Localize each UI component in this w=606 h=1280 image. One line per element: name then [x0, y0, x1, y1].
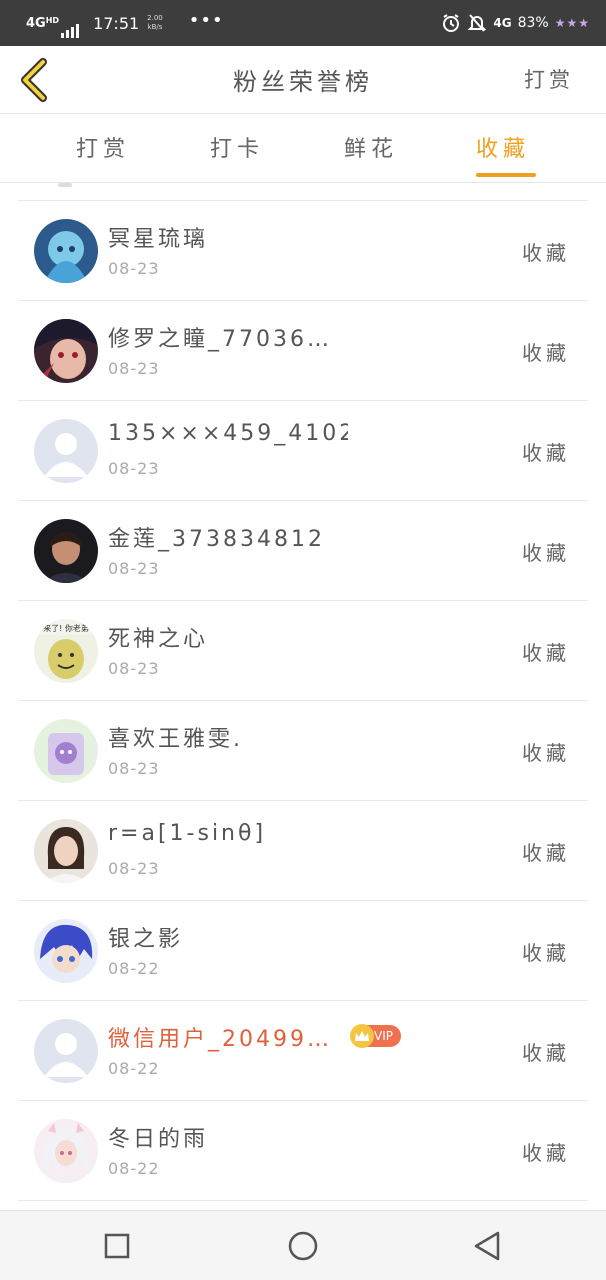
tab-checkin[interactable]: 打卡: [210, 131, 264, 177]
svg-text:来了! 你老弟: 来了! 你老弟: [43, 623, 89, 633]
list-item[interactable]: 微信用户_20499… VIP 08-22 收藏: [18, 1001, 588, 1101]
favorite-date: 08-23: [108, 859, 160, 878]
tab-flowers[interactable]: 鲜花: [344, 131, 398, 177]
mobile-data-indicator: 4G: [493, 16, 512, 30]
user-name: 冥星琉璃: [108, 227, 209, 252]
favorite-date: 08-23: [108, 459, 160, 478]
user-name: 喜欢王雅雯.: [108, 727, 243, 752]
back-triangle-icon: [474, 1231, 500, 1261]
user-name: 冬日的雨: [108, 1127, 209, 1152]
user-name: 银之影: [108, 927, 184, 952]
back-nav-button[interactable]: [470, 1229, 504, 1263]
row-action-label: 收藏: [522, 1141, 570, 1165]
list-item[interactable]: 来了! 你老弟 死神之心 08-23 收藏: [18, 601, 588, 701]
scroll-remnant: [58, 183, 72, 187]
list-item[interactable]: r=a[1-sinθ] 08-23 收藏: [18, 801, 588, 901]
tab-reward[interactable]: 打赏: [76, 131, 130, 177]
favorite-date: 08-22: [108, 959, 160, 978]
list-item[interactable]: 135×××459_4102… 08-23 收藏: [18, 401, 588, 501]
avatar: [34, 319, 98, 383]
decoration-stars-icon: ★★★: [554, 16, 590, 30]
tab-favorites[interactable]: 收藏: [476, 131, 530, 177]
avatar: [34, 419, 98, 483]
battery-level: 83%: [517, 15, 549, 31]
user-name: 135×××459_4102…: [108, 421, 348, 446]
user-name: 死神之心: [108, 627, 209, 652]
avatar: [34, 519, 98, 583]
avatar: [34, 219, 98, 283]
favorite-date: 08-22: [108, 1159, 160, 1178]
crown-icon: [350, 1024, 374, 1048]
active-tab-indicator: [476, 173, 536, 177]
row-action-label: 收藏: [522, 741, 570, 765]
favorite-date: 08-23: [108, 659, 160, 678]
list-item[interactable]: 冥星琉璃 08-23 收藏: [18, 201, 588, 301]
user-name: 微信用户_20499…: [108, 1027, 332, 1052]
chevron-left-icon: [21, 58, 47, 102]
favorite-date: 08-23: [108, 559, 160, 578]
user-name: 修罗之瞳_77036…: [108, 327, 332, 352]
reward-button[interactable]: 打赏: [524, 64, 574, 94]
network-indicator: 4GHD: [26, 15, 60, 31]
list-item[interactable]: 银之影 08-22 收藏: [18, 901, 588, 1001]
avatar: 来了! 你老弟: [34, 619, 98, 683]
recent-apps-icon: [104, 1233, 130, 1259]
status-bar: 4GHD 17:51 2.00 kB/s ••• 4G 83% ★★★: [0, 0, 606, 46]
row-action-label: 收藏: [522, 941, 570, 965]
row-action-label: 收藏: [522, 341, 570, 365]
back-button[interactable]: [14, 56, 54, 104]
mute-bell-icon: [467, 14, 487, 32]
favorite-date: 08-23: [108, 759, 160, 778]
signal-strength-icon: [61, 24, 80, 38]
more-notifications-icon: •••: [188, 9, 224, 31]
alarm-icon: [443, 14, 460, 32]
app-header: 粉丝荣誉榜 打赏: [0, 46, 606, 114]
list-item[interactable]: 喜欢王雅雯. 08-23 收藏: [18, 701, 588, 801]
row-action-label: 收藏: [522, 841, 570, 865]
favorite-date: 08-23: [108, 359, 160, 378]
avatar: [34, 919, 98, 983]
list-item[interactable]: 冬日的雨 08-22 收藏: [18, 1101, 588, 1201]
row-action-label: 收藏: [522, 641, 570, 665]
favorite-date: 08-22: [108, 1059, 160, 1078]
list-item[interactable]: 金莲_373834812 08-23 收藏: [18, 501, 588, 601]
avatar: [34, 1119, 98, 1183]
home-icon: [288, 1231, 318, 1261]
tab-bar: 打赏 打卡 鲜花 收藏: [0, 115, 606, 183]
user-name: r=a[1-sinθ]: [108, 821, 267, 846]
row-action-label: 收藏: [522, 441, 570, 465]
row-action-label: 收藏: [522, 541, 570, 565]
avatar: [34, 1019, 98, 1083]
home-button[interactable]: [286, 1229, 320, 1263]
list-item[interactable]: 修罗之瞳_77036… 08-23 收藏: [18, 301, 588, 401]
recent-apps-button[interactable]: [100, 1229, 134, 1263]
row-action-label: 收藏: [522, 241, 570, 265]
vip-badge: VIP: [350, 1024, 401, 1048]
avatar: [34, 719, 98, 783]
page-title: 粉丝荣誉榜: [233, 68, 373, 96]
system-navigation-bar: [0, 1210, 606, 1280]
avatar: [34, 819, 98, 883]
row-action-label: 收藏: [522, 1041, 570, 1065]
favorites-list: 冥星琉璃 08-23 收藏 修罗之瞳_77036… 08-23 收藏 135××…: [18, 200, 588, 1201]
network-speed: 2.00 kB/s: [147, 14, 163, 31]
user-name: 金莲_373834812: [108, 527, 325, 552]
vip-label: VIP: [374, 1029, 393, 1043]
favorite-date: 08-23: [108, 259, 160, 278]
clock: 17:51: [93, 13, 140, 33]
